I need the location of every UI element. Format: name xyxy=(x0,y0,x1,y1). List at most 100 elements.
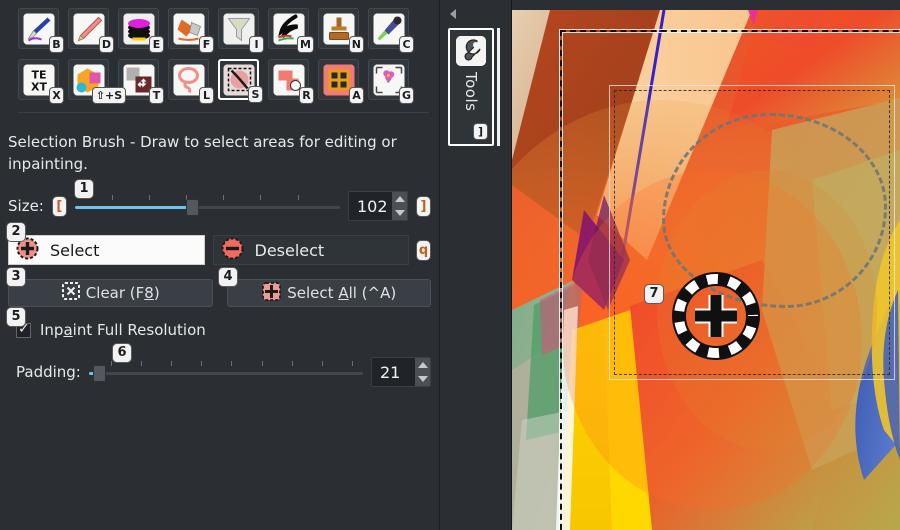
badge-5: 5 xyxy=(6,307,26,327)
tool-row-2: TE XT X ⇧+S T L S R A G xyxy=(18,59,429,104)
tool-color-picker[interactable]: C xyxy=(368,8,414,53)
collapse-panel-arrow-icon[interactable] xyxy=(450,9,456,19)
tool-selection-brush[interactable]: S xyxy=(218,59,263,103)
padding-spin-arrows[interactable] xyxy=(415,358,430,386)
tool-lasso[interactable]: L xyxy=(168,59,214,104)
padding-control-group: 6 Padding: 21 xyxy=(0,343,439,387)
badge-2: 2 xyxy=(6,222,26,242)
padding-spinbox[interactable]: 21 xyxy=(371,357,431,387)
padding-value: 21 xyxy=(380,362,401,382)
padding-slider[interactable] xyxy=(88,361,363,383)
tool-paintbrush[interactable]: B xyxy=(18,8,64,53)
clear-label: Clear (F8) xyxy=(85,284,160,302)
tool-layers[interactable]: E xyxy=(118,8,164,53)
padding-spin-down-icon[interactable] xyxy=(417,376,428,382)
tool-shortcut-badge: S xyxy=(248,86,263,103)
tool-shortcut-badge: D xyxy=(98,36,114,53)
tool-shortcut-badge: N xyxy=(348,36,364,53)
tool-text[interactable]: TE XT X xyxy=(18,59,64,104)
size-spin-arrows[interactable] xyxy=(392,192,407,220)
mode-control-group: 2 Select Deselect q xyxy=(0,222,439,265)
size-slider-ticks xyxy=(75,195,340,201)
size-control-group: 1 Size: [ 102] xyxy=(0,179,439,221)
tool-generate[interactable]: G xyxy=(368,59,414,104)
tab-tools[interactable]: Tools ] xyxy=(448,28,494,146)
badge-6: 6 xyxy=(112,343,132,363)
tool-clone-stamp[interactable]: N xyxy=(318,8,364,53)
tool-shortcut-badge: B xyxy=(49,36,64,53)
tab-tools-label: Tools xyxy=(462,72,480,112)
deselect-mode-label: Deselect xyxy=(254,240,325,260)
badge-7: 7 xyxy=(644,284,664,304)
tool-shapes[interactable]: ⇧+S xyxy=(68,59,126,104)
svg-text:XT: XT xyxy=(31,80,47,93)
size-slider-fill xyxy=(74,206,192,209)
inpaint-row[interactable]: Inpaint Full Resolution xyxy=(8,321,431,339)
mode-toggle-key-badge: q xyxy=(416,239,431,261)
tool-palette: B D E F I M N C TE XT X ⇧+S T L S R A G xyxy=(0,0,439,119)
size-spin-down-icon[interactable] xyxy=(394,210,405,216)
inpaint-full-resolution-label: Inpaint Full Resolution xyxy=(40,321,206,339)
application-window: B D E F I M N C TE XT X ⇧+S T L S R A G … xyxy=(0,0,900,530)
tool-shortcut-badge: G xyxy=(398,87,414,104)
select-mode-label: Select xyxy=(50,240,100,260)
wrench-icon xyxy=(456,36,486,66)
size-slider[interactable] xyxy=(74,195,340,217)
size-spinbox[interactable]: 102 xyxy=(348,191,408,221)
tool-bucket-fill[interactable]: F xyxy=(168,8,214,53)
tool-description: Selection Brush - Draw to select areas f… xyxy=(8,133,397,173)
tool-shortcut-badge: L xyxy=(199,87,214,104)
tool-shortcut-badge: T xyxy=(149,87,164,104)
dock-tab-strip: Tools ] xyxy=(440,0,512,530)
deselect-minus-icon xyxy=(220,236,245,265)
abstract-gradient-artwork xyxy=(512,10,900,530)
badge-4: 4 xyxy=(218,267,238,287)
padding-row: Padding: 21 xyxy=(8,357,431,387)
padding-slider-track xyxy=(88,372,363,375)
tool-pencil[interactable]: D xyxy=(68,8,114,53)
size-value: 102 xyxy=(357,196,388,216)
mode-row: Select Deselect q xyxy=(8,235,431,265)
clear-button[interactable]: Clear (F8) xyxy=(8,279,213,307)
select-all-button[interactable]: Select All (^A) xyxy=(226,279,431,307)
mode-segmented-control: Select Deselect xyxy=(8,235,409,265)
canvas-viewport[interactable] xyxy=(512,0,900,530)
badge-3: 3 xyxy=(6,267,26,287)
action-buttons-group: 3 4 Clear (F8) Select All (^A) xyxy=(0,267,439,307)
toolbar-divider xyxy=(18,112,429,113)
tool-shortcut-badge: F xyxy=(199,36,214,53)
padding-spin-up-icon[interactable] xyxy=(417,362,428,368)
tool-replace[interactable]: R xyxy=(268,59,314,104)
size-label: Size: xyxy=(8,197,44,215)
deselect-mode-button[interactable]: Deselect xyxy=(212,235,409,265)
padding-slider-knob[interactable] xyxy=(93,365,107,382)
tool-pattern[interactable]: A xyxy=(318,59,364,104)
tool-options-panel: B D E F I M N C TE XT X ⇧+S T L S R A G … xyxy=(0,0,440,530)
size-increase-key-badge: ] xyxy=(416,195,431,217)
tool-shortcut-badge: M xyxy=(297,36,314,53)
tool-shortcut-badge: ⇧+S xyxy=(92,87,126,104)
tool-shortcut-badge: R xyxy=(299,87,314,104)
tool-smudge[interactable]: M xyxy=(268,8,314,53)
tool-filter[interactable]: I xyxy=(218,8,264,53)
artwork-image[interactable] xyxy=(512,10,900,530)
select-all-icon xyxy=(261,281,282,306)
select-all-label: Select All (^A) xyxy=(287,284,397,302)
tool-shortcut-badge: C xyxy=(399,36,414,53)
size-spin-up-icon[interactable] xyxy=(394,196,405,202)
canvas-top-strip xyxy=(512,0,900,10)
tool-shortcut-badge: E xyxy=(149,36,164,53)
size-decrease-key-badge: [ xyxy=(51,195,67,217)
clear-icon xyxy=(61,281,81,305)
tab-tools-key-badge: ] xyxy=(473,123,488,140)
padding-label: Padding: xyxy=(16,363,81,381)
inpaint-group: 5 Inpaint Full Resolution xyxy=(0,307,439,339)
tool-shortcut-badge: I xyxy=(249,36,264,53)
size-row: Size: [ 102] xyxy=(8,191,431,221)
select-mode-button[interactable]: Select xyxy=(8,235,205,265)
tab-active-indicator xyxy=(497,28,500,146)
badge-1: 1 xyxy=(74,179,94,199)
tool-shortcut-badge: A xyxy=(349,87,364,104)
tool-row-1: B D E F I M N C xyxy=(18,8,429,53)
size-slider-knob[interactable] xyxy=(185,199,199,216)
